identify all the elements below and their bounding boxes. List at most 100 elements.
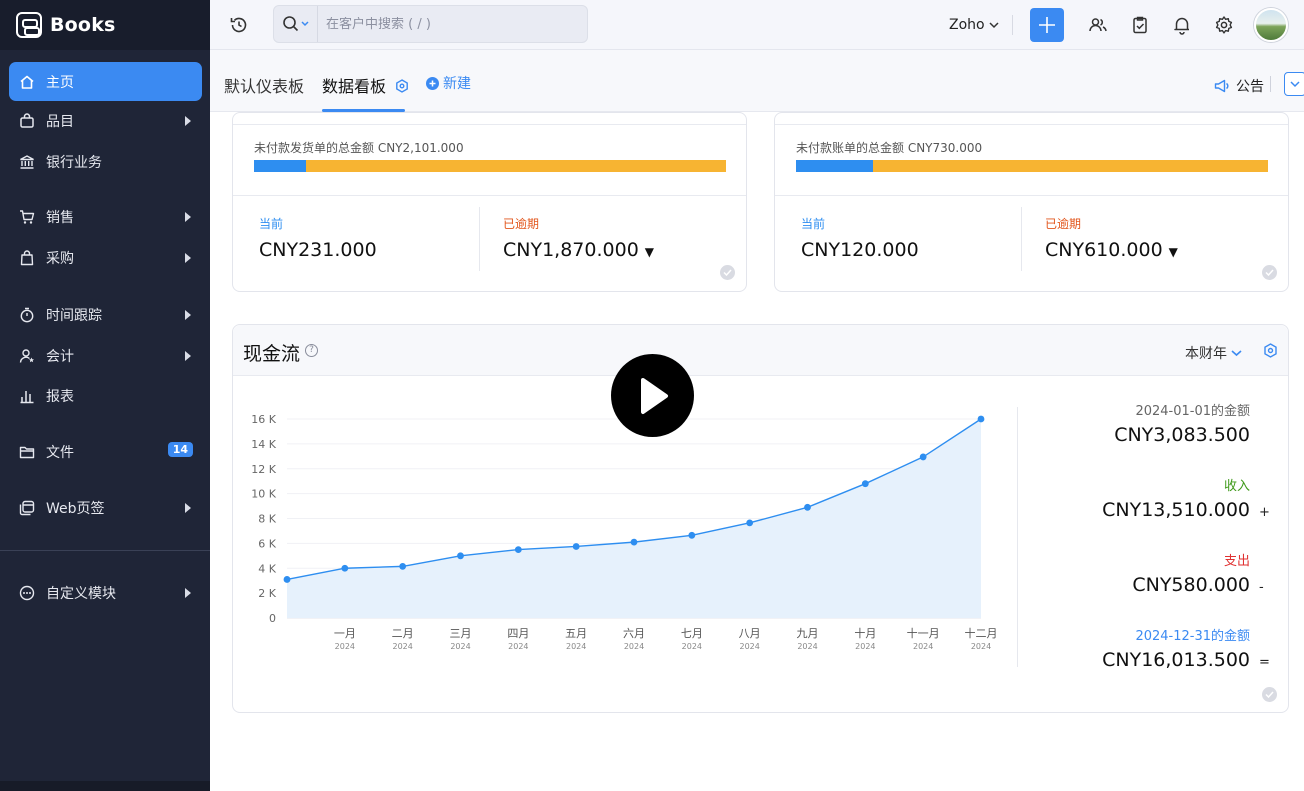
data-point (977, 415, 985, 423)
bank-icon (18, 153, 36, 171)
y-tick-label: 0 (269, 612, 276, 625)
bar-chart-icon (18, 387, 36, 405)
closing-balance-value: CNY16,013.500 (1102, 649, 1250, 671)
sidebar-item-label: 报表 (46, 388, 74, 405)
search-filter-button[interactable] (274, 6, 318, 42)
expand-arrow-icon (185, 212, 191, 222)
data-point (457, 552, 464, 560)
data-point (399, 562, 407, 570)
sidebar-item-documents[interactable]: 文件 14 (9, 432, 202, 471)
org-switcher[interactable]: Zoho (949, 17, 999, 33)
tasks-icon[interactable] (1129, 14, 1151, 36)
count-badge: 14 (167, 442, 193, 457)
closing-balance-label: 2024-12-31的金额 (1135, 629, 1250, 644)
current-label: 当前 (801, 217, 826, 231)
payables-card: 未付款账单的总金额 CNY730.000 当前 CNY120.000 已逾期 C… (774, 112, 1289, 292)
overdue-value-dropdown[interactable]: CNY1,870.000 ▼ (503, 239, 654, 261)
plus-icon (1039, 17, 1055, 33)
shopping-bag-icon (18, 249, 36, 267)
more-circle-icon (18, 584, 36, 602)
sidebar-item-custom-modules[interactable]: 自定义模块 (9, 573, 202, 612)
divider (1017, 407, 1018, 667)
caret-down-icon: ▼ (644, 245, 655, 259)
x-tick-label: 十一月 (907, 626, 940, 640)
sidebar-item-label: 主页 (46, 74, 74, 91)
divider (233, 124, 746, 125)
help-icon[interactable]: ? (305, 344, 318, 357)
x-tick-label: 三月 (450, 627, 472, 640)
divider (1270, 76, 1271, 92)
data-point (861, 480, 869, 488)
folder-icon (18, 443, 36, 461)
divider (479, 207, 480, 271)
announcements-button[interactable]: 公告 (1214, 76, 1264, 96)
tab-data-dashboard[interactable]: 数据看板 (322, 73, 409, 97)
brand-name: Books (50, 14, 116, 36)
org-name: Zoho (949, 17, 985, 33)
receivables-card: 未付款发货单的总金额 CNY2,101.000 当前 CNY231.000 已逾… (232, 112, 747, 292)
dashboard-menu-button[interactable] (1284, 72, 1304, 96)
bag-icon (18, 112, 36, 130)
overdue-value-dropdown[interactable]: CNY610.000 ▼ (1045, 239, 1178, 261)
cashflow-chart: 0 2 K 4 K 6 K 8 K 10 K 12 K 14 K 16 K 一月 2024 二月 202… (251, 413, 997, 651)
plus-circle-icon (426, 76, 439, 90)
check-circle-icon (1262, 265, 1277, 280)
tab-label: 数据看板 (322, 77, 387, 96)
search-box[interactable] (273, 5, 588, 43)
sidebar-item-home[interactable]: 主页 (9, 62, 202, 101)
sidebar-item-label: 采购 (46, 250, 74, 267)
sidebar-item-items[interactable]: 品目 (9, 101, 202, 140)
new-dashboard-button[interactable]: 新建 (426, 73, 471, 93)
y-tick-label: 6 K (258, 537, 276, 550)
history-icon[interactable] (228, 14, 250, 36)
settings-icon[interactable] (1263, 343, 1278, 362)
sidebar-item-web-tabs[interactable]: Web页签 (9, 488, 202, 527)
sidebar-item-purchases[interactable]: 采购 (9, 238, 202, 277)
x-tick-label: 一月 (334, 627, 356, 640)
quick-create-button[interactable] (1030, 8, 1064, 42)
settings-icon[interactable] (395, 79, 409, 93)
chevron-down-icon (1231, 350, 1242, 357)
search-input[interactable] (318, 16, 578, 32)
x-tick-sublabel: 2024 (682, 642, 702, 651)
tab-default-dashboard[interactable]: 默认仪表板 (224, 73, 304, 97)
gear-icon[interactable] (1213, 14, 1235, 36)
x-tick-label: 二月 (392, 627, 414, 640)
users-icon[interactable] (1087, 14, 1109, 36)
cart-icon (18, 208, 36, 226)
sidebar-item-label: 银行业务 (46, 154, 102, 171)
expand-arrow-icon (185, 253, 191, 263)
y-tick-label: 16 K (251, 413, 276, 426)
brand[interactable]: Books (0, 0, 210, 50)
data-point (688, 531, 696, 539)
sidebar-item-reports[interactable]: 报表 (9, 376, 202, 415)
play-video-button[interactable] (611, 354, 694, 437)
sidebar-item-banking[interactable]: 银行业务 (9, 142, 202, 181)
opening-balance-value: CNY3,083.500 (1114, 424, 1250, 446)
period-selector[interactable]: 本财年 (1185, 343, 1242, 363)
sidebar-divider (0, 550, 210, 551)
sidebar-item-label: 自定义模块 (46, 585, 116, 602)
chevron-down-icon (1290, 81, 1300, 88)
sidebar-item-label: 品目 (46, 113, 74, 130)
sidebar-item-sales[interactable]: 销售 (9, 197, 202, 236)
announcement-label: 公告 (1236, 79, 1264, 95)
bell-icon[interactable] (1171, 14, 1193, 36)
sidebar-item-label: 销售 (46, 209, 74, 226)
sidebar-item-time-tracking[interactable]: 时间跟踪 (9, 295, 202, 334)
x-tick-label: 七月 (681, 627, 703, 640)
stopwatch-icon (18, 306, 36, 324)
x-tick-sublabel: 2024 (971, 642, 991, 651)
sidebar-item-label: Web页签 (46, 500, 105, 517)
payables-progress-bar (796, 160, 1268, 172)
overdue-value: CNY1,870.000 (503, 239, 639, 261)
x-tick-sublabel: 2024 (855, 642, 875, 651)
data-point (746, 519, 754, 527)
sidebar-item-accountant[interactable]: 会计 (9, 336, 202, 375)
new-label: 新建 (443, 76, 471, 92)
books-logo-icon (16, 12, 42, 38)
avatar[interactable] (1254, 8, 1288, 42)
user-star-icon (18, 347, 36, 365)
divider (1012, 15, 1013, 35)
income-value: CNY13,510.000 (1102, 499, 1250, 521)
